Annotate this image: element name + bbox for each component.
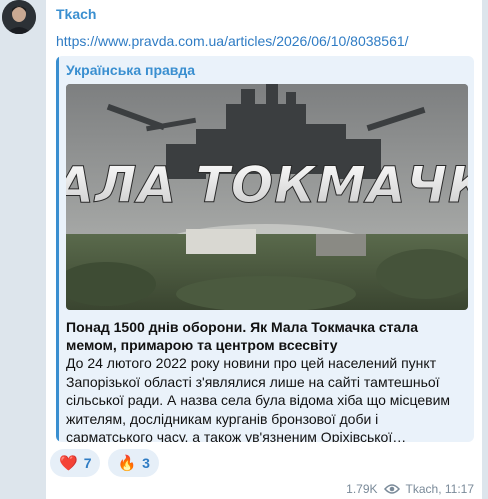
preview-site-name: Українська правда <box>66 62 196 78</box>
message-bubble: Tkach https://www.pravda.com.ua/articles… <box>46 0 482 499</box>
preview-accent-bar <box>56 56 59 442</box>
reaction-fire[interactable]: 🔥 3 <box>108 449 159 477</box>
preview-description: До 24 лютого 2022 року новини про цей на… <box>66 355 451 442</box>
preview-title[interactable]: Понад 1500 днів оборони. Як Мала Токмачк… <box>66 318 468 354</box>
article-link[interactable]: https://www.pravda.com.ua/articles/2026/… <box>56 33 409 49</box>
message-meta: 1.79K Tkach, 11:17 <box>346 482 474 496</box>
heart-icon: ❤️ <box>59 454 78 472</box>
sender-name[interactable]: Tkach <box>56 6 96 22</box>
reaction-heart[interactable]: ❤️ 7 <box>50 449 101 477</box>
fire-icon: 🔥 <box>117 454 137 472</box>
view-count: 1.79K <box>346 482 378 496</box>
preview-image-title: МАЛА ТОКМАЧКА <box>66 156 468 214</box>
link-preview[interactable]: Українська правда ЛА ТОКМАЧ Понад 1500 д… <box>56 56 474 442</box>
preview-image[interactable]: МАЛА ТОКМАЧКА <box>66 84 468 310</box>
reactions-row: ❤️ 7 🔥 3 <box>50 449 159 477</box>
author-time: Tkach, 11:17 <box>405 482 474 496</box>
reaction-count: 7 <box>83 455 92 471</box>
reaction-count: 3 <box>142 455 150 471</box>
avatar[interactable] <box>2 0 36 34</box>
eye-icon <box>383 483 400 495</box>
